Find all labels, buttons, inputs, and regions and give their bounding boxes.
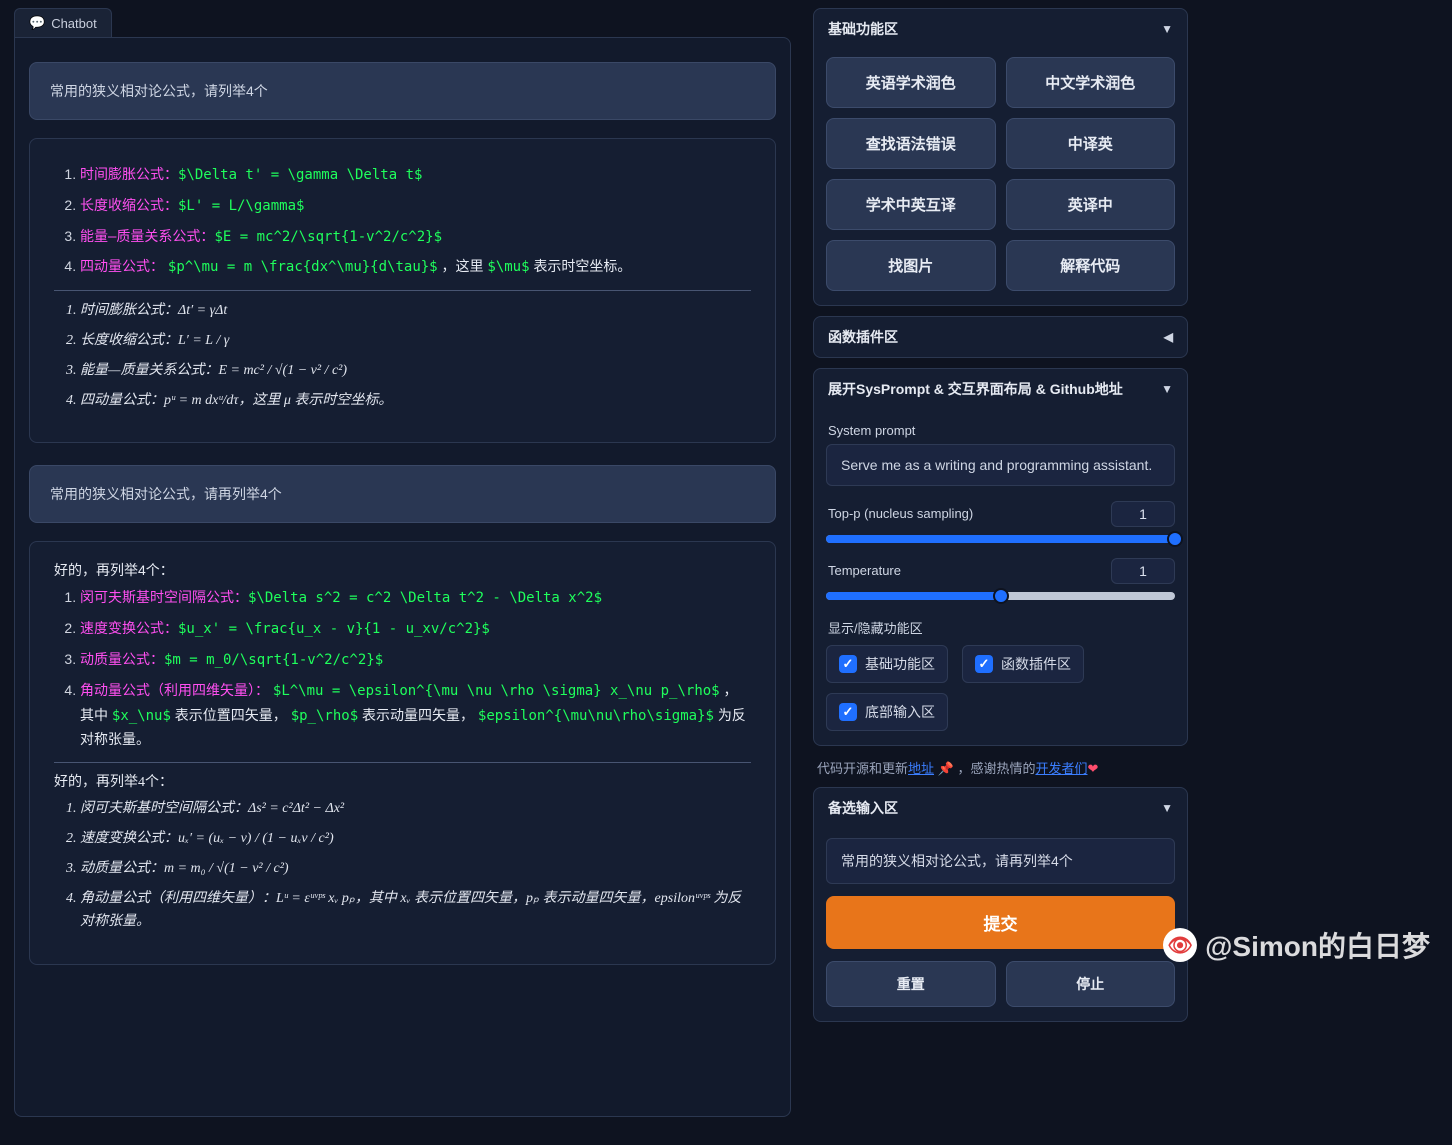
topp-label: Top-p (nucleus sampling)	[828, 506, 973, 521]
func-btn-zh-polish[interactable]: 中文学术润色	[1006, 57, 1176, 108]
bot-intro-rendered: 好的，再列举4个：	[54, 771, 751, 791]
chat-icon: 💬	[29, 15, 45, 31]
tab-label: Chatbot	[51, 16, 97, 31]
heart-icon: ❤	[1088, 761, 1099, 776]
reset-button[interactable]: 重置	[826, 961, 996, 1007]
user-message-text: 常用的狭义相对论公式，请再列举4个	[50, 486, 282, 502]
bot-message: 时间膨胀公式：$\Delta t' = \gamma \Delta t$ 长度收…	[29, 138, 776, 443]
plugin-panel: 函数插件区 ◀	[813, 316, 1188, 358]
temperature-label: Temperature	[828, 563, 901, 578]
temperature-slider[interactable]	[826, 592, 1175, 600]
func-btn-en2zh[interactable]: 英译中	[1006, 179, 1176, 230]
slider-thumb[interactable]	[993, 588, 1009, 604]
alt-input-textbox[interactable]: 常用的狭义相对论公式，请再列举4个	[826, 838, 1175, 884]
repo-link[interactable]: 地址	[908, 761, 934, 776]
sysprompt-panel: 展开SysPrompt & 交互界面布局 & Github地址 ▼ System…	[813, 368, 1188, 746]
topp-slider[interactable]	[826, 535, 1175, 543]
func-btn-zh2en[interactable]: 中译英	[1006, 118, 1176, 169]
basic-functions-header[interactable]: 基础功能区 ▼	[814, 9, 1187, 49]
divider	[54, 762, 751, 763]
check-plugin[interactable]: ✓函数插件区	[962, 645, 1084, 683]
basic-functions-panel: 基础功能区 ▼ 英语学术润色 中文学术润色 查找语法错误 中译英 学术中英互译 …	[813, 8, 1188, 306]
checkbox-icon: ✓	[839, 703, 857, 721]
func-btn-en-polish[interactable]: 英语学术润色	[826, 57, 996, 108]
alt-input-panel: 备选输入区 ▼ 常用的狭义相对论公式，请再列举4个 提交 重置 停止	[813, 787, 1188, 1022]
chat-scroll-area[interactable]: 常用的狭义相对论公式，请列举4个 时间膨胀公式：$\Delta t' = \ga…	[14, 37, 791, 1117]
chevron-left-icon: ◀	[1164, 330, 1173, 344]
func-btn-find-image[interactable]: 找图片	[826, 240, 996, 291]
chevron-down-icon: ▼	[1161, 801, 1173, 815]
func-btn-grammar[interactable]: 查找语法错误	[826, 118, 996, 169]
formula-list-raw: 时间膨胀公式：$\Delta t' = \gamma \Delta t$ 长度收…	[54, 163, 751, 280]
func-btn-explain-code[interactable]: 解释代码	[1006, 240, 1176, 291]
bot-message: 好的，再列举4个： 闵可夫斯基时空间隔公式：$\Delta s^2 = c^2 …	[29, 541, 776, 965]
panel-title: 函数插件区	[828, 327, 898, 347]
topp-value-box[interactable]: 1	[1111, 501, 1175, 527]
divider	[54, 290, 751, 291]
func-btn-academic-tr[interactable]: 学术中英互译	[826, 179, 996, 230]
temperature-value-box[interactable]: 1	[1111, 558, 1175, 584]
chevron-down-icon: ▼	[1161, 382, 1173, 396]
panel-title: 展开SysPrompt & 交互界面布局 & Github地址	[828, 379, 1123, 399]
footnote: 代码开源和更新地址 📌 ，感谢热情的开发者们❤	[813, 756, 1188, 777]
toggle-section-label: 显示/隐藏功能区	[828, 618, 1175, 637]
checkbox-icon: ✓	[975, 655, 993, 673]
formula-list-rendered: 闵可夫斯基时空间隔公式：Δs² = c²Δt² − Δx² 速度变换公式：uₓ′…	[54, 797, 751, 934]
check-basic[interactable]: ✓基础功能区	[826, 645, 948, 683]
formula-list-rendered: 时间膨胀公式：Δt′ = γΔt 长度收缩公式：L′ = L / γ 能量—质量…	[54, 299, 751, 412]
submit-button[interactable]: 提交	[826, 896, 1175, 949]
alt-input-header[interactable]: 备选输入区 ▼	[814, 788, 1187, 828]
panel-title: 备选输入区	[828, 798, 898, 818]
chatbot-tab[interactable]: 💬 Chatbot	[14, 8, 112, 37]
watermark: 👁 @Simon的白日梦	[1163, 925, 1430, 965]
system-prompt-label: System prompt	[828, 423, 1175, 438]
formula-list-raw: 闵可夫斯基时空间隔公式：$\Delta s^2 = c^2 \Delta t^2…	[54, 586, 751, 752]
checkbox-icon: ✓	[839, 655, 857, 673]
slider-thumb[interactable]	[1167, 531, 1183, 547]
bot-intro: 好的，再列举4个：	[54, 560, 751, 580]
pin-icon: 📌	[938, 761, 954, 776]
panel-title: 基础功能区	[828, 19, 898, 39]
sysprompt-header[interactable]: 展开SysPrompt & 交互界面布局 & Github地址 ▼	[814, 369, 1187, 409]
user-message: 常用的狭义相对论公式，请再列举4个	[29, 465, 776, 523]
system-prompt-input[interactable]: Serve me as a writing and programming as…	[826, 444, 1175, 486]
devs-link[interactable]: 开发者们	[1035, 761, 1087, 776]
chevron-down-icon: ▼	[1161, 22, 1173, 36]
plugin-header[interactable]: 函数插件区 ◀	[814, 317, 1187, 357]
user-message: 常用的狭义相对论公式，请列举4个	[29, 62, 776, 120]
check-bottom-input[interactable]: ✓底部输入区	[826, 693, 948, 731]
user-message-text: 常用的狭义相对论公式，请列举4个	[50, 83, 268, 99]
stop-button[interactable]: 停止	[1006, 961, 1176, 1007]
